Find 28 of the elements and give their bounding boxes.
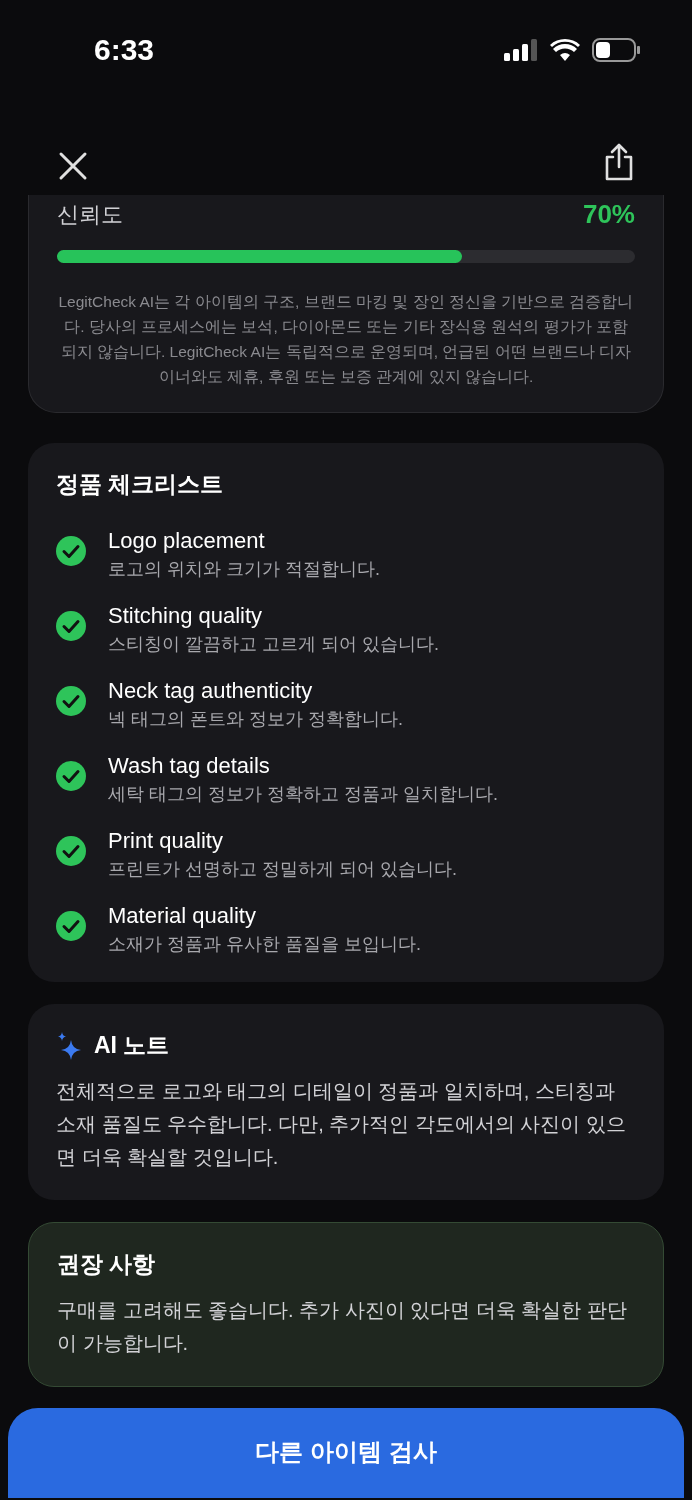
check-item-title: Wash tag details [108, 753, 271, 779]
battery-icon [592, 38, 640, 62]
check-item-description: 스티칭이 깔끔하고 고르게 되어 있습니다. [108, 633, 439, 656]
recommendation-text: 구매를 고려해도 좋습니다. 추가 사진이 있다면 더욱 확실한 판단이 가능합니다. [57, 1298, 628, 1356]
check-another-button[interactable]: 다른 아이템 검사 [8, 1408, 684, 1498]
check-item-description: 로고의 위치와 크기가 적절합니다. [108, 558, 380, 581]
close-icon[interactable] [58, 151, 88, 181]
recommendation-title: 권장 사항 [57, 1250, 157, 1279]
check-item-description: 프린트가 선명하고 정밀하게 되어 있습니다. [108, 858, 457, 881]
check-item-title: Neck tag authenticity [108, 678, 314, 704]
confidence-label: 신뢰도 [57, 200, 123, 229]
signal-icon [504, 39, 538, 61]
ai-note-title: AI 노트 [94, 1031, 170, 1060]
disclaimer-text: LegitCheck AI는 각 아이템의 구조, 브랜드 마킹 및 장인 정신을 기반으로 검증합니다. 당사의 프로세스에는 보석, 다이아몬드 또는 기타 장식용 원석의 평가가 포함되지 않습니다. LegitCheck AI는 독립적으로 운영되며, 언급된 어떤 브랜드나 디자이너와도 제휴, 후원 또는 보증 관계에 있지 않습니다. [57, 292, 635, 387]
confidence-value: 70% [582, 199, 635, 230]
check-item-title: Print quality [108, 828, 224, 854]
check-item-description: 소재가 정품과 유사한 품질을 보입니다. [108, 933, 421, 956]
checklist-title: 정품 체크리스트 [56, 470, 225, 499]
check-item-description: 넥 태그의 폰트와 정보가 정확합니다. [108, 708, 403, 731]
ai-note-text: 전체적으로 로고와 태그의 디테일이 정품과 일치하며, 스티칭과 소재 품질도 우수합니다. 다만, 추가적인 각도에서의 사진이 있으면 더욱 확실할 것입니다. [56, 1079, 627, 1170]
check-item-description: 세탁 태그의 정보가 정확하고 정품과 일치합니다. [108, 783, 498, 806]
check-item-title: Material quality [108, 903, 257, 929]
status-time: 6:33 [94, 33, 155, 67]
share-icon[interactable] [604, 143, 634, 181]
sparkle-icon [56, 1031, 82, 1060]
check-item-title: Logo placement [108, 528, 266, 554]
wifi-icon [550, 39, 580, 61]
check-item-title: Stitching quality [108, 603, 264, 629]
